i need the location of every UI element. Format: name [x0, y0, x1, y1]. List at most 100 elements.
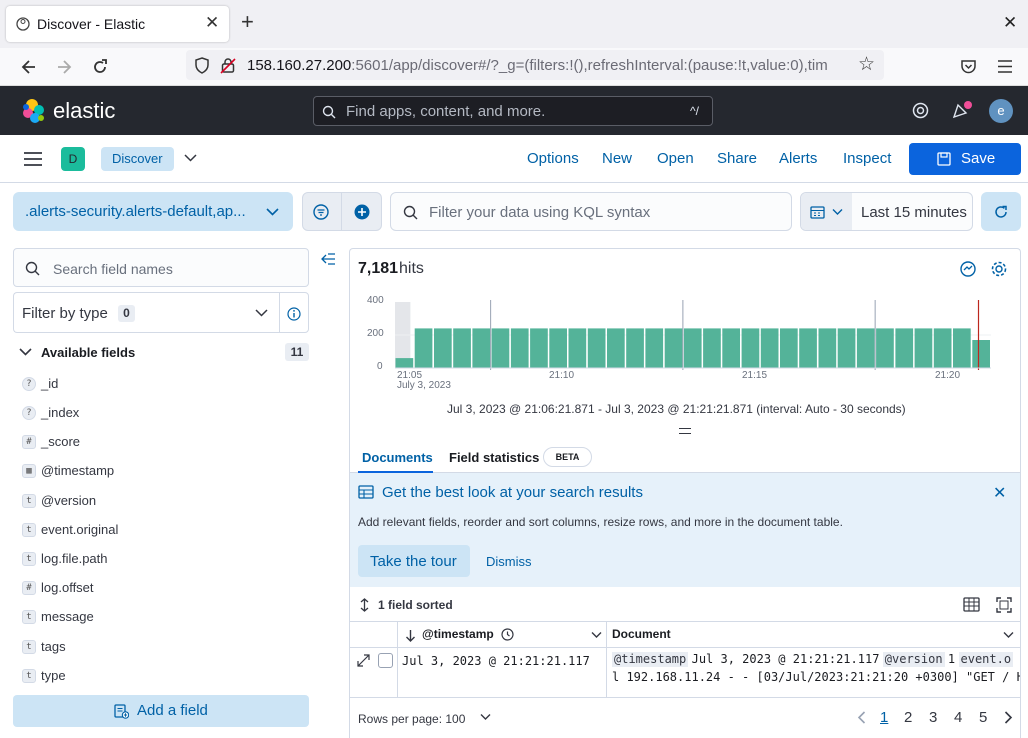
- histogram-bar[interactable]: [491, 328, 510, 368]
- page-1[interactable]: 1: [880, 709, 888, 726]
- back-icon[interactable]: [20, 58, 38, 76]
- pocket-icon[interactable]: [960, 58, 977, 75]
- histogram-bar[interactable]: [780, 328, 798, 368]
- density-icon[interactable]: [963, 597, 980, 612]
- document-column-header[interactable]: Document: [607, 622, 1020, 648]
- histogram-bar[interactable]: [876, 328, 894, 368]
- table-row[interactable]: Jul 3, 2023 @ 21:21:21.117 @timestamp Ju…: [350, 648, 1020, 698]
- sort-icon[interactable]: [359, 598, 370, 612]
- field-search-input[interactable]: Search field names: [13, 248, 309, 287]
- histogram-bar[interactable]: [760, 328, 779, 368]
- histogram-bar[interactable]: [530, 328, 548, 368]
- histogram-bar[interactable]: [664, 328, 683, 368]
- page-3[interactable]: 3: [929, 709, 937, 726]
- date-picker[interactable]: Last 15 minutes: [800, 192, 973, 231]
- rows-per-page-button[interactable]: Rows per page: 100: [358, 710, 491, 726]
- collapse-sidebar-icon[interactable]: [321, 253, 336, 265]
- insecure-lock-icon[interactable]: [220, 57, 236, 74]
- expand-row-icon[interactable]: [357, 654, 370, 667]
- histogram-bar[interactable]: [510, 328, 529, 368]
- forward-icon[interactable]: [55, 58, 73, 76]
- histogram-bar[interactable]: [837, 328, 856, 368]
- histogram-bar[interactable]: [722, 328, 740, 368]
- histogram-bar[interactable]: [626, 328, 644, 368]
- histogram-bar[interactable]: [549, 328, 567, 368]
- fields-sorted-button[interactable]: 1 field sorted: [378, 598, 453, 612]
- tab-documents[interactable]: Documents: [358, 442, 433, 473]
- menu-toggle-icon[interactable]: [24, 152, 42, 166]
- add-field-button[interactable]: Add a field: [13, 695, 309, 727]
- save-button[interactable]: Save: [909, 143, 1021, 175]
- histogram-bar[interactable]: [453, 328, 471, 368]
- global-search-input[interactable]: Find apps, content, and more. ^/: [313, 96, 713, 126]
- settings-gear-icon[interactable]: [990, 260, 1008, 278]
- bookmark-star-icon[interactable]: ☆: [858, 53, 875, 76]
- space-avatar[interactable]: D: [61, 147, 85, 171]
- close-window-icon[interactable]: ✕: [1003, 13, 1017, 33]
- histogram-bar[interactable]: [568, 328, 587, 368]
- histogram-bar[interactable]: [683, 328, 702, 368]
- help-icon[interactable]: [912, 102, 929, 119]
- histogram-bar[interactable]: [645, 328, 664, 368]
- close-tab-icon[interactable]: ✕: [205, 13, 219, 33]
- histogram-bar[interactable]: [972, 340, 990, 369]
- elastic-brand[interactable]: elastic: [53, 98, 115, 124]
- row-checkbox[interactable]: [378, 653, 393, 668]
- kql-query-input[interactable]: Filter your data using KQL syntax: [390, 192, 792, 231]
- filter-by-type-button[interactable]: Filter by type 0: [13, 292, 279, 333]
- share-link[interactable]: Share: [717, 150, 757, 167]
- chevron-down-icon[interactable]: [184, 153, 197, 163]
- refresh-button[interactable]: [981, 192, 1021, 231]
- url-bar[interactable]: 158.160.27.200:5601/app/discover#/?_g=(f…: [186, 50, 884, 80]
- chevron-down-icon[interactable]: [591, 631, 602, 639]
- histogram-bar[interactable]: [895, 328, 914, 368]
- url-text[interactable]: 158.160.27.200:5601/app/discover#/?_g=(f…: [247, 57, 843, 74]
- fullscreen-icon[interactable]: [996, 597, 1012, 613]
- new-link[interactable]: New: [602, 150, 632, 167]
- new-tab-icon[interactable]: +: [241, 11, 254, 33]
- chevron-down-icon[interactable]: [19, 347, 32, 357]
- filter-info-button[interactable]: [279, 292, 309, 333]
- page-2[interactable]: 2: [904, 709, 912, 726]
- histogram-bar[interactable]: [587, 328, 606, 368]
- available-fields-label[interactable]: Available fields: [41, 345, 135, 360]
- quick-menu-button[interactable]: [801, 193, 852, 230]
- alerts-link[interactable]: Alerts: [779, 150, 817, 167]
- histogram-bar[interactable]: [703, 328, 721, 368]
- data-view-picker[interactable]: .alerts-security.alerts-default,ap...: [13, 192, 293, 231]
- news-feed-icon[interactable]: [951, 100, 973, 120]
- chevron-right-icon[interactable]: [1004, 711, 1013, 724]
- open-link[interactable]: Open: [657, 150, 694, 167]
- histogram-bar[interactable]: [818, 328, 837, 368]
- histogram-bar[interactable]: [799, 328, 817, 368]
- resize-handle[interactable]: [679, 428, 691, 434]
- inspect-link[interactable]: Inspect: [843, 150, 891, 167]
- histogram-bar[interactable]: [434, 328, 452, 368]
- chevron-down-icon[interactable]: [1003, 631, 1014, 639]
- options-link[interactable]: Options: [527, 150, 579, 167]
- add-filter-icon[interactable]: [354, 204, 370, 220]
- dismiss-button[interactable]: Dismiss: [486, 554, 532, 569]
- histogram-bar[interactable]: [856, 328, 875, 368]
- histogram-bar[interactable]: [395, 358, 414, 368]
- elastic-logo-icon[interactable]: [21, 98, 46, 124]
- reload-icon[interactable]: [91, 58, 109, 76]
- breadcrumb[interactable]: Discover: [101, 147, 174, 171]
- take-tour-button[interactable]: Take the tour: [358, 545, 470, 577]
- histogram-bar[interactable]: [414, 328, 433, 368]
- page-5[interactable]: 5: [979, 709, 987, 726]
- filter-menu-icon[interactable]: [313, 204, 329, 220]
- chevron-left-icon[interactable]: [857, 711, 866, 724]
- user-avatar[interactable]: e: [989, 99, 1013, 123]
- time-range-label[interactable]: Last 15 minutes: [861, 204, 967, 221]
- page-4[interactable]: 4: [954, 709, 962, 726]
- histogram-bar[interactable]: [953, 328, 971, 368]
- browser-tab[interactable]: Discover - Elastic ✕: [6, 6, 229, 42]
- histogram-chart[interactable]: [395, 300, 991, 370]
- menu-hamburger-icon[interactable]: [997, 59, 1013, 74]
- chart-options-icon[interactable]: [959, 260, 977, 278]
- histogram-bar[interactable]: [933, 328, 952, 368]
- close-callout-icon[interactable]: ✕: [993, 483, 1006, 503]
- tab-field-statistics[interactable]: Field statistics BETA: [446, 442, 596, 473]
- histogram-bar[interactable]: [607, 328, 625, 368]
